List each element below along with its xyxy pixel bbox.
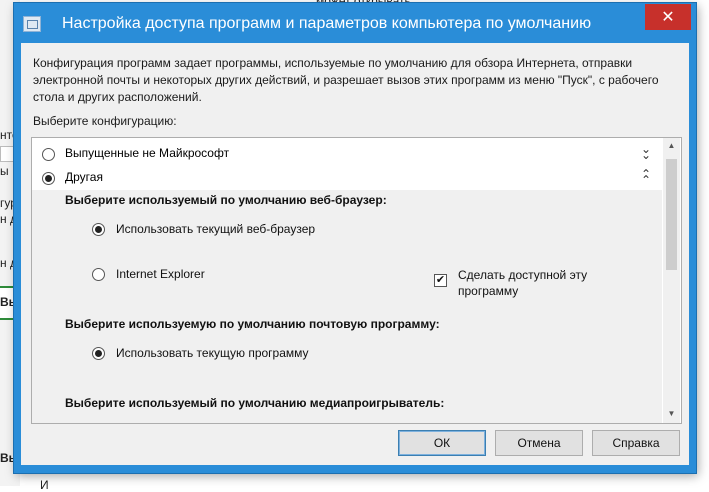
description-text: Конфигурация программ задает программы, … bbox=[33, 56, 659, 104]
config-label: Другая bbox=[65, 170, 103, 184]
scroll-down-icon[interactable]: ▼ bbox=[663, 406, 680, 422]
dialog-client: Конфигурация программ задает программы, … bbox=[21, 43, 689, 465]
radio-current-mail[interactable] bbox=[92, 347, 105, 360]
background-fragment: ы bbox=[0, 164, 9, 178]
close-button[interactable]: ✕ bbox=[645, 4, 691, 30]
mail-section-heading: Выберите используемую по умолчанию почто… bbox=[65, 317, 440, 331]
scroll-up-icon[interactable]: ▲ bbox=[663, 138, 680, 154]
configuration-list[interactable]: Выпущенные не Майкрософт ⌄ ⌄ Другая ⌃ ⌃ Вы… bbox=[31, 137, 682, 424]
config-label: Выпущенные не Майкрософт bbox=[65, 146, 230, 160]
make-available-checkbox[interactable]: ✔ bbox=[434, 274, 447, 287]
make-available-label[interactable]: Сделать доступной эту программу bbox=[458, 267, 618, 299]
dialog-title: Настройка доступа программ и параметров … bbox=[62, 15, 592, 32]
browser-section-heading: Выберите используемый по умолчанию веб-б… bbox=[65, 193, 387, 207]
option-current-browser[interactable]: Использовать текущий веб-браузер bbox=[116, 222, 315, 236]
default-programs-dialog: Настройка доступа программ и параметров … bbox=[14, 3, 696, 473]
ok-button[interactable]: ОК bbox=[398, 430, 486, 456]
list-scrollbar[interactable]: ▲ ▼ bbox=[663, 138, 680, 423]
option-current-mail[interactable]: Использовать текущую программу bbox=[116, 346, 309, 360]
radio-current-browser[interactable] bbox=[92, 223, 105, 236]
radio-non-microsoft[interactable] bbox=[42, 148, 55, 161]
window-icon bbox=[23, 16, 41, 32]
chevron-up-icon[interactable]: ⌃ ⌃ bbox=[641, 168, 651, 186]
option-internet-explorer[interactable]: Internet Explorer bbox=[116, 267, 205, 281]
other-config-details: Выберите используемый по умолчанию веб-б… bbox=[32, 190, 662, 423]
close-icon: ✕ bbox=[661, 9, 675, 26]
media-section-heading: Выберите используемый по умолчанию медиа… bbox=[65, 396, 445, 410]
chevron-down-icon[interactable]: ⌄ ⌄ bbox=[641, 143, 651, 161]
config-option-non-microsoft[interactable]: Выпущенные не Майкрософт ⌄ ⌄ bbox=[32, 142, 662, 166]
radio-internet-explorer[interactable] bbox=[92, 268, 105, 281]
cancel-button[interactable]: Отмена bbox=[495, 430, 583, 456]
check-icon: ✔ bbox=[435, 274, 446, 286]
background-fragment: И bbox=[40, 478, 49, 492]
radio-other[interactable] bbox=[42, 172, 55, 185]
choose-config-label: Выберите конфигурацию: bbox=[33, 114, 177, 128]
config-option-other[interactable]: Другая ⌃ ⌃ bbox=[32, 166, 662, 190]
title-bar[interactable]: Настройка доступа программ и параметров … bbox=[14, 3, 696, 43]
scroll-thumb[interactable] bbox=[666, 159, 677, 270]
help-button[interactable]: Справка bbox=[592, 430, 680, 456]
